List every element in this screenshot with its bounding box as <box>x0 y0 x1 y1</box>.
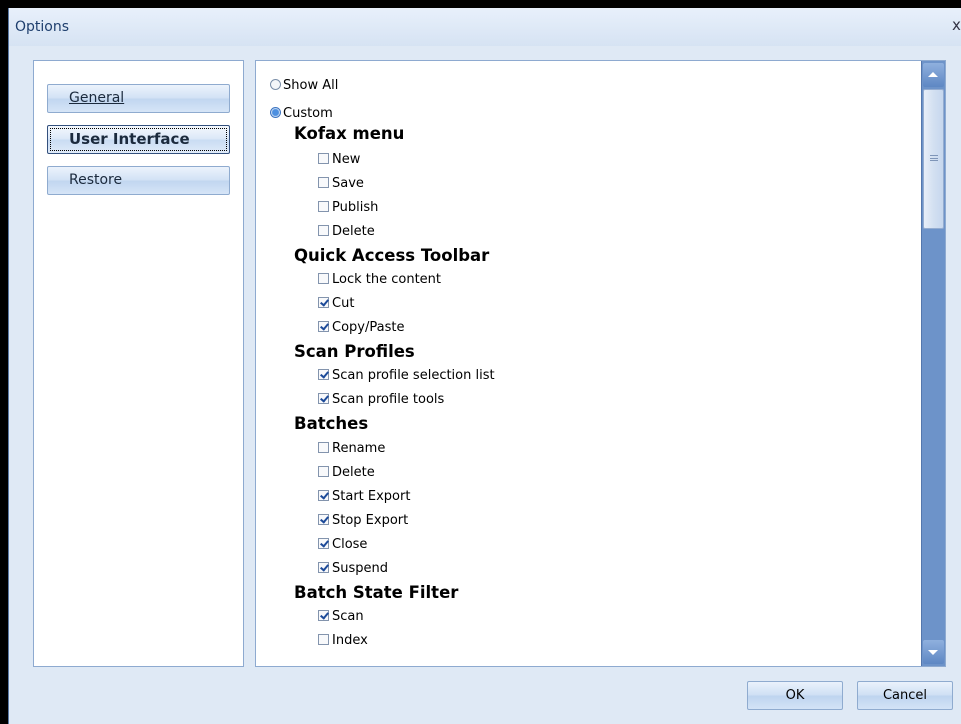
checkbox-row[interactable]: Scan profile selection list <box>318 367 495 385</box>
show-all-radio[interactable] <box>270 79 281 90</box>
nav-panel: General User Interface Restore <box>33 60 244 667</box>
checkbox[interactable] <box>318 297 329 308</box>
checkbox[interactable] <box>318 466 329 477</box>
vertical-scrollbar[interactable] <box>921 61 945 666</box>
checkbox[interactable] <box>318 321 329 332</box>
checkbox-row[interactable]: Scan <box>318 608 364 626</box>
settings-panel: Show All Custom Kofax menu New Save Publ… <box>255 60 946 667</box>
checkbox-row[interactable]: Cut <box>318 295 354 313</box>
scroll-down-button[interactable] <box>923 640 944 664</box>
checkbox[interactable] <box>318 201 329 212</box>
checkbox-label: Save <box>332 176 364 191</box>
checkbox-row[interactable]: Copy/Paste <box>318 319 404 337</box>
checkbox[interactable] <box>318 442 329 453</box>
close-button[interactable]: x <box>952 17 961 33</box>
checkbox[interactable] <box>318 393 329 404</box>
arrow-up-icon <box>928 72 938 77</box>
checkbox-row[interactable]: New <box>318 151 360 169</box>
title-bar: Options x <box>9 8 961 46</box>
checkbox[interactable] <box>318 369 329 380</box>
scroll-up-button[interactable] <box>923 63 944 87</box>
custom-label: Custom <box>283 106 333 121</box>
checkbox-label: Close <box>332 537 368 552</box>
checkbox-label: Scan <box>332 609 364 624</box>
grip-icon <box>930 155 938 161</box>
checkbox-row[interactable]: Stop Export <box>318 512 408 530</box>
general-button[interactable]: General <box>47 84 230 113</box>
checkbox-label: Rename <box>332 441 386 456</box>
checkbox-row[interactable]: Publish <box>318 199 378 217</box>
checkbox-row[interactable]: Save <box>318 175 364 193</box>
checkbox-label: Cut <box>332 296 355 311</box>
checkbox[interactable] <box>318 153 329 164</box>
checkbox-label: Publish <box>332 200 379 215</box>
checkbox-row[interactable]: Start Export <box>318 488 410 506</box>
window-title: Options <box>15 19 70 35</box>
ok-button[interactable]: OK <box>747 681 843 710</box>
checkbox[interactable] <box>318 273 329 284</box>
arrow-down-icon <box>928 650 938 655</box>
checkbox-row[interactable]: Rename <box>318 440 385 458</box>
restore-label: Restore <box>69 172 123 188</box>
checkbox-label: Lock the content <box>332 272 442 287</box>
section-batch-state-filter: Batch State Filter <box>294 583 459 602</box>
section-kofax-menu: Kofax menu <box>294 124 405 143</box>
checkbox-label: Copy/Paste <box>332 320 405 335</box>
checkbox-row[interactable]: Delete <box>318 464 375 482</box>
options-dialog: Options x General User Interface Restore… <box>8 8 961 724</box>
checkbox[interactable] <box>318 514 329 525</box>
checkbox[interactable] <box>318 490 329 501</box>
checkbox-row[interactable]: Suspend <box>318 560 388 578</box>
section-batches: Batches <box>294 414 369 433</box>
checkbox[interactable] <box>318 177 329 188</box>
settings-list: Show All Custom Kofax menu New Save Publ… <box>256 61 918 666</box>
checkbox-label: Start Export <box>332 489 411 504</box>
checkbox-row[interactable]: Scan profile tools <box>318 391 444 409</box>
checkbox[interactable] <box>318 610 329 621</box>
checkbox-label: Stop Export <box>332 513 409 528</box>
checkbox[interactable] <box>318 634 329 645</box>
checkbox[interactable] <box>318 538 329 549</box>
checkbox-label: Delete <box>332 465 375 480</box>
user-interface-button[interactable]: User Interface <box>47 125 230 154</box>
checkbox-row[interactable]: Index <box>318 632 368 650</box>
general-label: General <box>69 90 125 106</box>
scroll-thumb[interactable] <box>923 89 944 229</box>
custom-radio[interactable] <box>270 107 281 118</box>
show-all-option[interactable]: Show All <box>270 77 338 95</box>
user-interface-label: User Interface <box>69 130 190 148</box>
checkbox-row[interactable]: Delete <box>318 223 375 241</box>
cancel-button[interactable]: Cancel <box>857 681 953 710</box>
checkbox-label: New <box>332 152 361 167</box>
checkbox-label: Scan profile tools <box>332 392 445 407</box>
section-scan-profiles: Scan Profiles <box>294 342 415 361</box>
checkbox[interactable] <box>318 562 329 573</box>
show-all-label: Show All <box>283 78 339 93</box>
checkbox-label: Delete <box>332 224 375 239</box>
checkbox-label: Index <box>332 633 368 648</box>
checkbox[interactable] <box>318 225 329 236</box>
custom-option[interactable]: Custom <box>270 105 333 123</box>
checkbox-label: Suspend <box>332 561 389 576</box>
checkbox-row[interactable]: Close <box>318 536 367 554</box>
section-quick-access-toolbar: Quick Access Toolbar <box>294 246 490 265</box>
checkbox-label: Scan profile selection list <box>332 368 495 383</box>
restore-button[interactable]: Restore <box>47 166 230 195</box>
checkbox-row[interactable]: Lock the content <box>318 271 441 289</box>
